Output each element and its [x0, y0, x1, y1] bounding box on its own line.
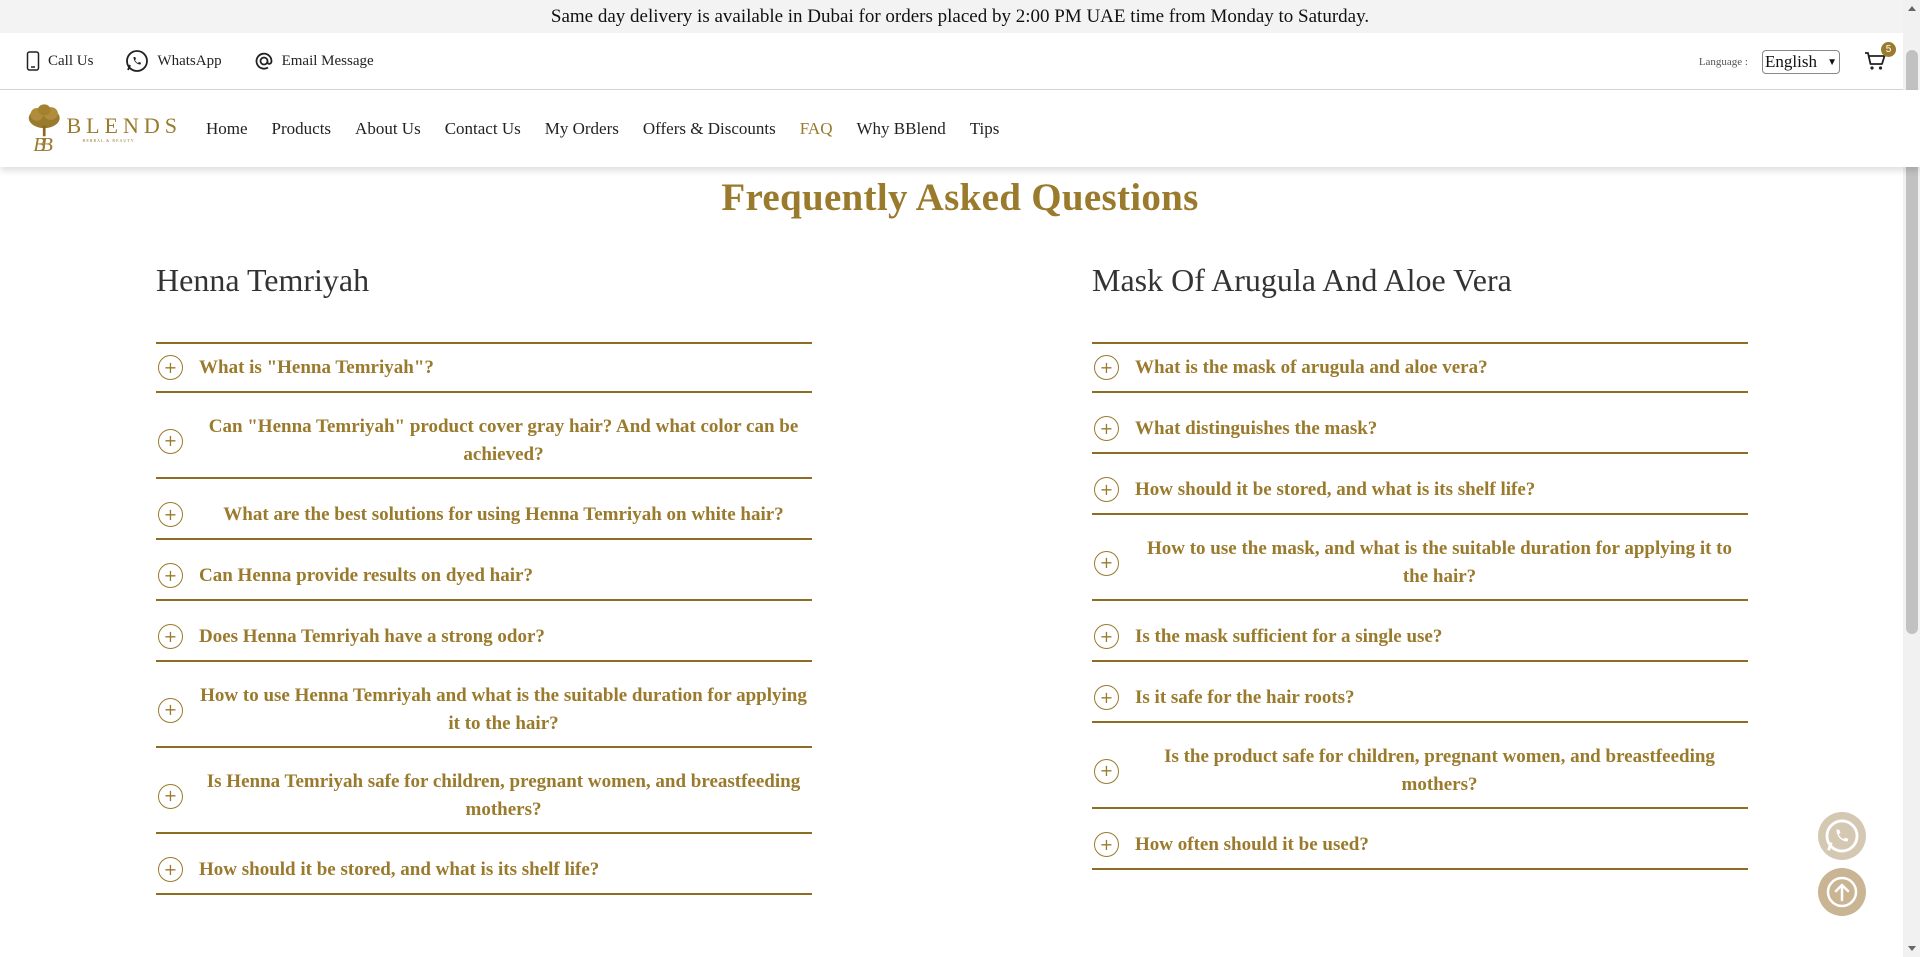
language-switcher: Language : English ▼ — [1699, 50, 1840, 74]
faq-item[interactable]: + How often should it be used? — [1092, 821, 1748, 870]
plus-icon: + — [158, 783, 183, 809]
nav-my-orders[interactable]: My Orders — [545, 119, 619, 139]
faq-item[interactable]: + Is it safe for the hair roots? — [1092, 674, 1748, 723]
faq-question: What is "Henna Temriyah"? — [199, 356, 434, 378]
faq-item[interactable]: + How to use the mask, and what is the s… — [1092, 527, 1748, 601]
faq-list: + What is "Henna Temriyah"? + Can "Henna… — [156, 342, 812, 895]
nav-home[interactable]: Home — [206, 119, 248, 139]
faq-question: Is it safe for the hair roots? — [1135, 686, 1355, 708]
plus-icon: + — [158, 624, 183, 649]
floating-whatsapp-button[interactable] — [1818, 812, 1866, 860]
section-title: Mask Of Arugula And Aloe Vera — [1092, 262, 1512, 298]
whatsapp-icon — [1825, 819, 1859, 853]
at-sign-icon — [255, 52, 272, 70]
announcement-text: Same day delivery is available in Dubai … — [550, 6, 1370, 27]
faq-question: How to use Henna Temriyah and what is th… — [200, 685, 807, 734]
plus-icon: + — [158, 857, 183, 882]
faq-question: Is Henna Temriyah safe for children, pre… — [206, 771, 801, 820]
faq-item[interactable]: + Is the mask sufficient for a single us… — [1092, 613, 1748, 662]
nav-faq[interactable]: FAQ — [800, 119, 833, 139]
faq-item[interactable]: + Can "Henna Temriyah" product cover gra… — [156, 405, 812, 479]
main-navbar: B B BLENDS HERBAL & BEAUTY Home Products… — [0, 90, 1920, 167]
email-link[interactable]: Email Message — [254, 51, 374, 71]
plus-icon: + — [1094, 758, 1119, 784]
arrow-up-icon — [1826, 876, 1858, 908]
scroll-to-top-button[interactable] — [1818, 868, 1866, 916]
faq-question: How should it be stored, and what is its… — [199, 858, 600, 880]
plus-icon: + — [1094, 355, 1119, 380]
scroll-down-arrow-icon[interactable] — [1908, 946, 1916, 951]
plus-icon: + — [158, 428, 183, 454]
faq-item[interactable]: + Does Henna Temriyah have a strong odor… — [156, 613, 812, 662]
faq-question: Is the product safe for children, pregna… — [1164, 746, 1715, 795]
plus-icon: + — [1094, 416, 1119, 441]
language-select[interactable]: English ▼ — [1762, 50, 1840, 74]
plus-icon: + — [1094, 550, 1119, 576]
faq-item[interactable]: + What is "Henna Temriyah"? — [156, 344, 812, 393]
cart-button[interactable]: 5 — [1864, 42, 1896, 76]
plus-icon: + — [158, 697, 183, 723]
section-title: Henna Temriyah — [156, 262, 370, 298]
page-title: Frequently Asked Questions — [721, 176, 1199, 219]
faq-item[interactable]: + Is Henna Temriyah safe for children, p… — [156, 760, 812, 834]
tree-logo-icon: B B — [28, 103, 60, 155]
faq-question: Is the mask sufficient for a single use? — [1135, 625, 1443, 647]
brand-logo[interactable]: B B BLENDS HERBAL & BEAUTY — [26, 99, 182, 159]
faq-list: + What is the mask of arugula and aloe v… — [1092, 342, 1748, 870]
faq-question: What are the best solutions for using He… — [223, 503, 784, 525]
faq-section-henna: Henna Temriyah + What is "Henna Temriyah… — [156, 262, 812, 895]
call-us-link[interactable]: Call Us — [26, 51, 93, 71]
faq-item[interactable]: + What distinguishes the mask? — [1092, 405, 1748, 454]
plus-icon: + — [158, 502, 183, 527]
plus-icon: + — [1094, 624, 1119, 649]
faq-question: Does Henna Temriyah have a strong odor? — [199, 625, 545, 647]
nav-offers[interactable]: Offers & Discounts — [643, 119, 776, 139]
scroll-up-arrow-icon[interactable] — [1908, 6, 1916, 11]
phone-icon — [26, 51, 40, 71]
announcement-bar: Same day delivery is available in Dubai … — [0, 0, 1920, 33]
language-label: Language : — [1698, 56, 1748, 68]
language-selected: English — [1765, 52, 1817, 71]
faq-section-arugula-mask: Mask Of Arugula And Aloe Vera + What is … — [1092, 262, 1748, 870]
faq-item[interactable]: + How should it be stored, and what is i… — [1092, 466, 1748, 515]
contact-bar: Call Us WhatsApp Email Message Language … — [0, 33, 1920, 90]
nav-about[interactable]: About Us — [355, 119, 421, 139]
svg-text:B: B — [41, 133, 53, 155]
cart-count-badge: 5 — [1881, 42, 1896, 57]
nav-why-bblend[interactable]: Why BBlend — [856, 119, 945, 139]
faq-question: What is the mask of arugula and aloe ver… — [1135, 356, 1488, 378]
faq-item[interactable]: + Can Henna provide results on dyed hair… — [156, 552, 812, 601]
faq-question: Can "Henna Temriyah" product cover gray … — [208, 416, 799, 465]
email-label: Email Message — [281, 52, 374, 69]
faq-item[interactable]: + What are the best solutions for using … — [156, 491, 812, 540]
faq-item[interactable]: + Is the product safe for children, preg… — [1092, 735, 1748, 809]
brand-name: BLENDS — [66, 112, 182, 138]
faq-question: How should it be stored, and what is its… — [1135, 478, 1536, 500]
whatsapp-icon — [126, 50, 149, 72]
faq-item[interactable]: + How should it be stored, and what is i… — [156, 846, 812, 895]
faq-question: How to use the mask, and what is the sui… — [1146, 538, 1733, 587]
faq-question: Can Henna provide results on dyed hair? — [199, 564, 533, 586]
nav-tips[interactable]: Tips — [970, 119, 1000, 139]
plus-icon: + — [1094, 832, 1119, 857]
plus-icon: + — [158, 355, 183, 380]
chevron-down-icon: ▼ — [1827, 56, 1837, 68]
nav-products[interactable]: Products — [272, 119, 332, 139]
plus-icon: + — [1094, 685, 1119, 710]
plus-icon: + — [158, 563, 183, 588]
brand-tagline: HERBAL & BEAUTY — [82, 137, 135, 143]
faq-question: What distinguishes the mask? — [1135, 417, 1378, 439]
whatsapp-link[interactable]: WhatsApp — [125, 49, 222, 73]
whatsapp-label: WhatsApp — [157, 52, 222, 69]
call-us-label: Call Us — [48, 52, 94, 69]
nav-contact[interactable]: Contact Us — [445, 119, 521, 139]
faq-item[interactable]: + What is the mask of arugula and aloe v… — [1092, 344, 1748, 393]
plus-icon: + — [1094, 477, 1119, 502]
faq-question: How often should it be used? — [1135, 833, 1369, 855]
faq-item[interactable]: + How to use Henna Temriyah and what is … — [156, 674, 812, 748]
